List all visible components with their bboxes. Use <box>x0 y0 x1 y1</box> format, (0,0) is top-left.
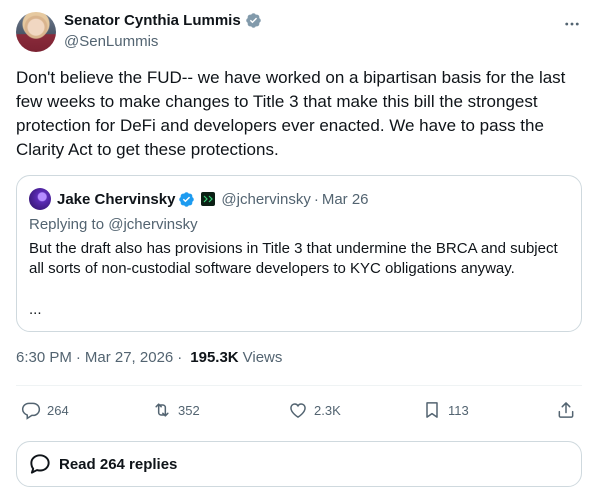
reply-button[interactable]: 264 <box>21 396 69 424</box>
tweet-text: Don't believe the FUD-- we have worked o… <box>16 68 566 159</box>
chat-bubble-icon <box>30 454 50 474</box>
quote-separator: · <box>313 190 319 208</box>
meta-separator: · <box>177 349 183 366</box>
reply-icon <box>21 402 41 420</box>
tweet-time[interactable]: 6:30 PM <box>16 349 72 366</box>
quote-date[interactable]: Mar 26 <box>322 191 369 208</box>
views-label: Views <box>242 349 283 366</box>
tweet-meta: 6:30 PM · Mar 27, 2026 · 195.3K Views <box>16 349 282 366</box>
read-replies-button[interactable]: Read 264 replies <box>16 441 582 487</box>
repost-count: 352 <box>178 402 200 418</box>
like-count: 2.3K <box>314 402 341 418</box>
read-replies-label: Read 264 replies <box>59 455 178 473</box>
repost-icon <box>155 403 169 417</box>
quote-text: But the draft also has provisions in Tit… <box>29 240 558 277</box>
reply-count: 264 <box>47 402 69 418</box>
repost-button[interactable]: 352 <box>152 396 200 424</box>
bookmark-count: 113 <box>448 402 469 418</box>
quote-author-name[interactable]: Jake Chervinsky <box>57 191 175 208</box>
verified-badge-icon <box>245 13 261 28</box>
quote-ellipsis: ... <box>29 301 42 318</box>
share-button[interactable] <box>556 396 576 424</box>
divider <box>16 385 582 386</box>
action-bar: 264 352 2.3K 113 <box>16 396 582 424</box>
author-avatar[interactable] <box>16 12 56 52</box>
quote-avatar[interactable] <box>29 188 51 210</box>
author-name[interactable]: Senator Cynthia Lummis <box>64 12 241 29</box>
quoted-tweet[interactable]: Jake Chervinsky @jchervinsky · Mar 26 Re… <box>16 175 582 332</box>
tweet-header: Senator Cynthia Lummis @SenLummis <box>16 12 582 56</box>
meta-separator: · <box>75 349 81 366</box>
quote-author-handle[interactable]: @jchervinsky <box>221 191 310 208</box>
affiliation-icon[interactable] <box>201 192 216 206</box>
views-count: 195.3K <box>190 349 239 366</box>
author-handle[interactable]: @SenLummis <box>64 33 158 50</box>
bookmark-button[interactable]: 113 <box>422 396 469 424</box>
tweet-date[interactable]: Mar 27, 2026 <box>85 349 173 366</box>
like-button[interactable]: 2.3K <box>288 396 341 424</box>
share-icon <box>558 402 574 418</box>
author-name-row: Senator Cynthia Lummis <box>64 12 262 29</box>
bookmark-icon <box>426 402 438 418</box>
quote-replying-to: Replying to @jchervinsky <box>29 216 198 233</box>
more-icon[interactable] <box>562 14 582 34</box>
verified-badge-icon <box>179 191 195 207</box>
quote-header: Jake Chervinsky @jchervinsky · Mar 26 <box>29 188 369 210</box>
like-icon <box>290 403 306 418</box>
